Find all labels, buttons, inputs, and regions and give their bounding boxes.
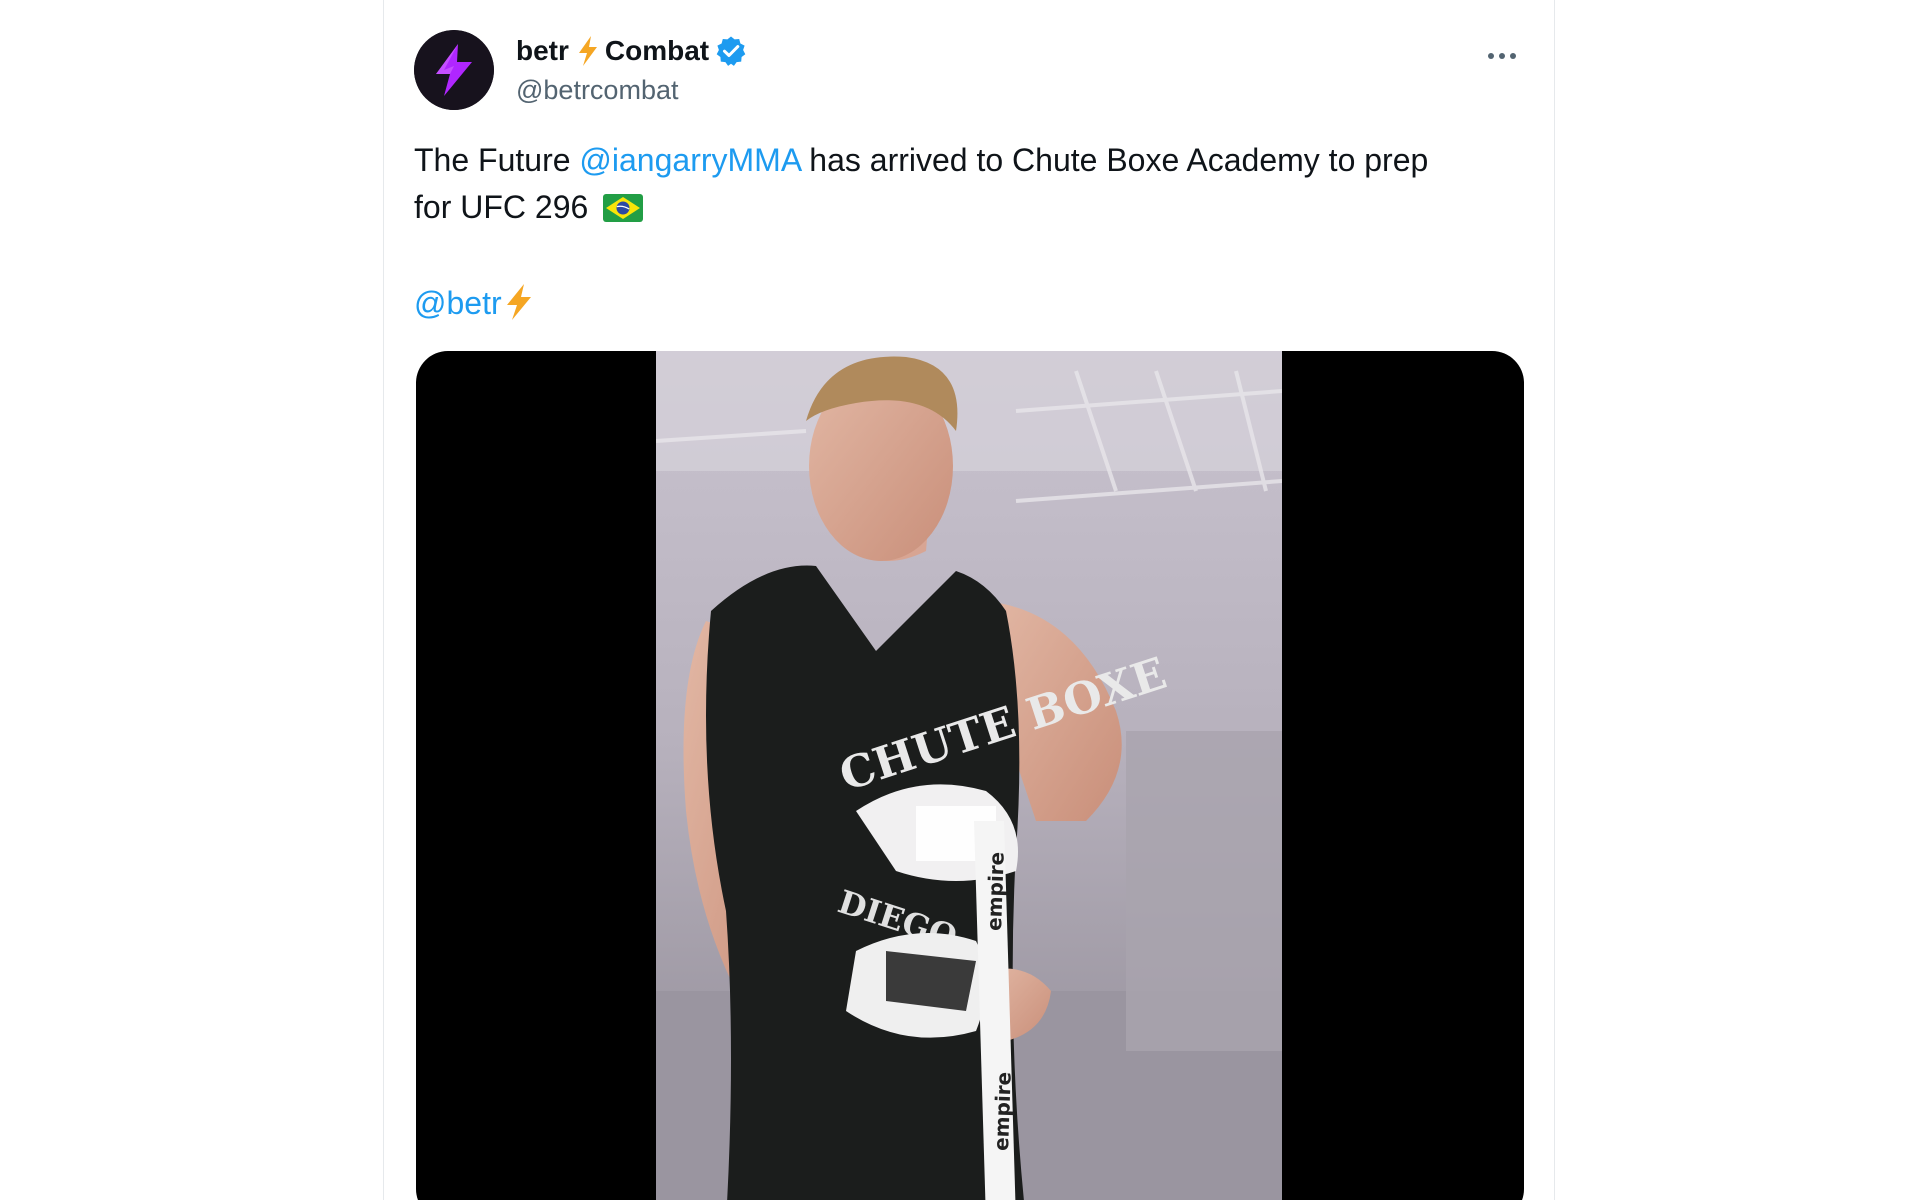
tweet-text-line2: for UFC 296	[414, 184, 1534, 231]
lightning-bolt-icon	[578, 36, 597, 66]
author-display-name[interactable]: betr Combat	[516, 32, 747, 70]
tweet-text: The Future @iangarryMMA has arrived to C…	[414, 137, 1534, 231]
author-handle[interactable]: @betrcombat	[516, 72, 747, 108]
verified-badge-icon	[716, 36, 746, 66]
more-dot-icon	[1510, 53, 1516, 59]
wrap-brand-text: empire	[982, 851, 1009, 931]
tweet-text-suffix: has arrived to Chute Boxe Academy to pre…	[800, 142, 1429, 178]
author-name-part2: Combat	[604, 35, 710, 66]
video-still-fighter-wrapping-hands: CHUTE BOXE DIEGO empire empire	[656, 351, 1282, 1200]
betr-lightning-logo-icon	[414, 30, 494, 110]
avatar[interactable]	[414, 30, 494, 110]
tweet-card: betr Combat @betrcombat The Future @iang…	[383, 0, 1555, 1200]
video-frame: CHUTE BOXE DIEGO empire empire	[656, 351, 1282, 1200]
tweet-video-player[interactable]: CHUTE BOXE DIEGO empire empire	[416, 351, 1524, 1200]
more-options-button[interactable]	[1480, 38, 1524, 74]
tweet-text-line2-text: for UFC 296	[414, 189, 589, 225]
wrap-brand-text: empire	[989, 1071, 1016, 1151]
tweet-header: betr Combat @betrcombat	[414, 30, 1524, 110]
brazil-flag-icon	[603, 194, 644, 222]
tweet-text-line1: The Future @iangarryMMA has arrived to C…	[414, 137, 1534, 184]
mention-link-betr[interactable]: @betr	[414, 285, 502, 321]
author-name-part1: betr	[516, 35, 569, 66]
tweet-tag-line: @betr	[414, 280, 536, 326]
more-dot-icon	[1499, 53, 1505, 59]
author-name-block: betr Combat @betrcombat	[516, 32, 747, 108]
more-dot-icon	[1488, 53, 1494, 59]
lightning-bolt-icon	[506, 284, 531, 320]
tweet-text-prefix: The Future	[414, 142, 580, 178]
mention-link-iangarry[interactable]: @iangarryMMA	[579, 142, 800, 178]
